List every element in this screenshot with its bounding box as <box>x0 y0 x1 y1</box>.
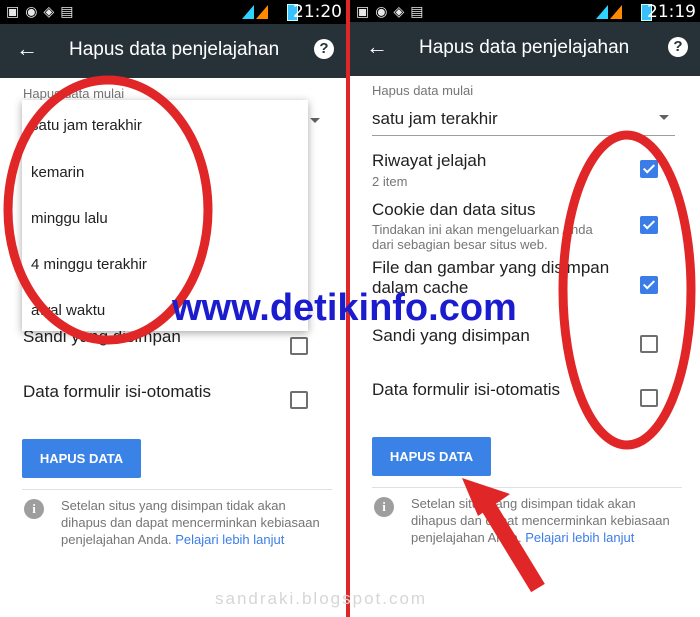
app-bar: ← Hapus data penjelajahan ? <box>0 24 346 78</box>
info-text: Setelan situs yang disimpan tidak akan d… <box>411 495 681 546</box>
chevron-down-icon[interactable] <box>659 115 669 120</box>
notification-icons: ▣◉◈▤ <box>356 4 430 20</box>
divider <box>372 487 682 488</box>
row-subtitle: Tindakan ini akan mengeluarkan Anda dari… <box>372 222 593 252</box>
time-range-dropdown[interactable]: satu jam terakhir <box>372 109 498 129</box>
history-checkbox[interactable] <box>640 160 658 178</box>
learn-more-link[interactable]: Pelajari lebih lanjut <box>525 530 634 545</box>
passwords-checkbox[interactable] <box>290 337 308 355</box>
cache-checkbox[interactable] <box>640 276 658 294</box>
help-icon[interactable]: ? <box>668 37 688 57</box>
menu-item[interactable]: 4 minggu terakhir <box>31 256 147 273</box>
info-text: Setelan situs yang disimpan tidak akan d… <box>61 497 331 548</box>
row-title: Riwayat jelajah <box>372 151 487 170</box>
row-subtitle: 2 item <box>372 174 408 189</box>
cookies-checkbox[interactable] <box>640 216 658 234</box>
learn-more-link[interactable]: Pelajari lebih lanjut <box>175 532 284 547</box>
back-arrow-icon[interactable]: ← <box>366 34 388 60</box>
row-title: Data formulir isi-otomatis <box>372 380 560 399</box>
status-time: 21:20 <box>293 2 342 22</box>
page-title: Hapus data penjelajahan <box>69 39 280 60</box>
watermark-text: www.detikinfo.com <box>172 287 517 329</box>
chevron-down-icon[interactable] <box>310 118 320 123</box>
info-icon: i <box>374 497 394 517</box>
dropdown-underline <box>372 135 675 136</box>
status-time: 21:19 <box>647 2 696 22</box>
passwords-checkbox[interactable] <box>640 335 658 353</box>
signal-icon <box>596 5 622 19</box>
app-bar: ← Hapus data penjelajahan ? <box>350 22 700 76</box>
menu-item[interactable]: awal waktu <box>31 302 105 319</box>
clear-data-button[interactable]: HAPUS DATA <box>22 439 141 478</box>
autofill-checkbox[interactable] <box>290 391 308 409</box>
page-title: Hapus data penjelajahan <box>419 37 630 58</box>
time-range-label: Hapus data mulai <box>23 86 125 101</box>
menu-item[interactable]: satu jam terakhir <box>31 117 142 134</box>
clear-data-button[interactable]: HAPUS DATA <box>372 437 491 476</box>
row-title: Data formulir isi-otomatis <box>23 382 211 401</box>
autofill-checkbox[interactable] <box>640 389 658 407</box>
time-range-label: Hapus data mulai <box>372 83 474 98</box>
divider <box>22 489 332 490</box>
signal-icon <box>242 5 268 19</box>
menu-item[interactable]: kemarin <box>31 164 84 181</box>
row-title: Cookie dan data situs <box>372 200 536 219</box>
notification-icons: ▣◉◈▤ <box>6 4 80 20</box>
back-arrow-icon[interactable]: ← <box>16 36 38 62</box>
status-bar: ▣◉◈▤ 21:19 <box>350 0 700 24</box>
status-bar: ▣◉◈▤ 21:20 <box>0 0 346 24</box>
watermark-bottom: sandraki.blogspot.com <box>215 589 428 608</box>
help-icon[interactable]: ? <box>314 39 334 59</box>
menu-item[interactable]: minggu lalu <box>31 210 108 227</box>
info-icon: i <box>24 499 44 519</box>
